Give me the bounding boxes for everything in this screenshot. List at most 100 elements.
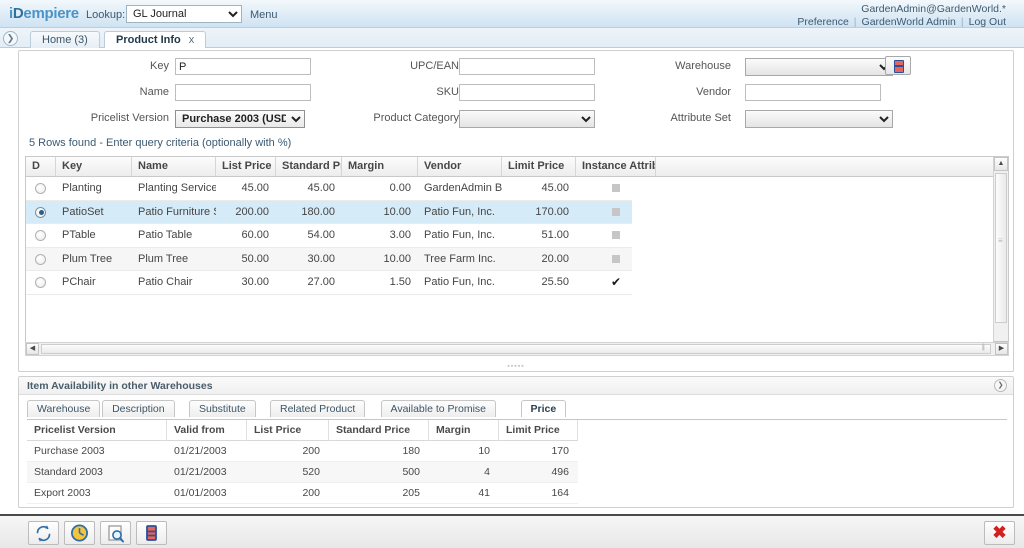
- sku-input[interactable]: [459, 84, 595, 101]
- table-row[interactable]: Plum TreePlum Tree50.0030.0010.00Tree Fa…: [26, 248, 632, 272]
- menu-link[interactable]: Menu: [250, 9, 278, 21]
- price-column-header-pricelist_version[interactable]: Pricelist Version: [27, 420, 167, 441]
- cell-valid_from: 01/01/2003: [167, 483, 247, 504]
- detail-tab-related-product[interactable]: Related Product: [270, 400, 365, 417]
- key-input[interactable]: [175, 58, 311, 75]
- grid-column-header-name[interactable]: Name: [132, 157, 216, 176]
- table-row[interactable]: PChairPatio Chair30.0027.001.50Patio Fun…: [26, 271, 632, 295]
- top-bar: iDempiere Lookup: GL Journal Menu Garden…: [0, 0, 1024, 28]
- item-availability-panel: Item Availability in other Warehouses ❯ …: [18, 376, 1014, 508]
- reset-history-icon[interactable]: [64, 521, 95, 545]
- table-row[interactable]: Standard 200301/21/20035205004496: [27, 462, 578, 483]
- detail-tab-substitute[interactable]: Substitute: [189, 400, 256, 417]
- grid-column-header-margin[interactable]: Margin: [342, 157, 418, 176]
- horizontal-scroll-thumb[interactable]: [41, 344, 991, 354]
- table-row[interactable]: Export 200301/01/200320020541164: [27, 483, 578, 504]
- detail-tab-label: Price: [531, 403, 557, 415]
- product-category-select[interactable]: [459, 110, 595, 128]
- detail-tab-available-to-promise[interactable]: Available to Promise: [381, 400, 497, 417]
- cell-standard_price: 180.00: [276, 201, 342, 225]
- cell-standard_price: 45.00: [276, 177, 342, 201]
- divider: |: [854, 16, 857, 28]
- price-table-header-row: Pricelist VersionValid fromList PriceSta…: [27, 420, 578, 441]
- chevron-down-icon[interactable]: ❯: [994, 379, 1007, 392]
- grid-vertical-scrollbar[interactable]: ▲ ▼: [993, 157, 1008, 355]
- cell-pricelist_version: Purchase 2003: [27, 441, 167, 462]
- vertical-scroll-thumb[interactable]: [995, 173, 1007, 323]
- cell-vendor: Patio Fun, Inc.: [418, 201, 502, 225]
- grid-column-header-limit_price[interactable]: Limit Price: [502, 157, 576, 176]
- name-input[interactable]: [175, 84, 311, 101]
- grid-header-row: D▲KeyNameList PriceStandard PricMargin Ve…: [26, 157, 1008, 177]
- detail-tab-warehouse[interactable]: Warehouse: [27, 400, 100, 417]
- grid-column-header-label: Vendor: [424, 160, 461, 172]
- grid-column-header-vendor[interactable]: Vendor: [418, 157, 502, 176]
- cell-instance-attribute[interactable]: [576, 248, 656, 272]
- user-links: Preference | GardenWorld Admin | Log Out: [797, 16, 1006, 28]
- detail-tab-description[interactable]: Description: [102, 400, 175, 417]
- tab-product-info[interactable]: Product Infox: [104, 31, 206, 48]
- price-column-header-margin[interactable]: Margin: [429, 420, 499, 441]
- checkmark-icon: ✔: [611, 275, 621, 289]
- table-row[interactable]: PatioSetPatio Furniture Set200.00180.001…: [26, 201, 632, 225]
- cell-instance-attribute[interactable]: [576, 224, 656, 248]
- table-row[interactable]: PlantingPlanting Service45.0045.000.00Ga…: [26, 177, 632, 201]
- scroll-right-icon[interactable]: ▶: [995, 343, 1008, 355]
- detail-tab-label: Available to Promise: [391, 403, 487, 415]
- warehouse-icon[interactable]: [136, 521, 167, 545]
- cell-name: Patio Furniture Set: [132, 201, 216, 225]
- table-row[interactable]: PTablePatio Table60.0054.003.00Patio Fun…: [26, 224, 632, 248]
- cell-instance-attribute[interactable]: [576, 177, 656, 201]
- grid-horizontal-scrollbar[interactable]: ◀ ▶: [25, 342, 1009, 356]
- grid-column-header-label: Limit Price: [508, 160, 564, 172]
- close-icon[interactable]: x: [189, 34, 195, 46]
- grid-column-header-list_price[interactable]: List Price: [216, 157, 276, 176]
- close-icon[interactable]: ✖: [984, 521, 1015, 545]
- price-column-header-standard_price[interactable]: Standard Price: [329, 420, 429, 441]
- row-select-radio[interactable]: [35, 207, 46, 218]
- cell-list_price: 30.00: [216, 271, 276, 295]
- cell-pricelist_version: Standard 2003: [27, 462, 167, 483]
- chevron-right-icon[interactable]: ❯: [3, 31, 18, 46]
- role-link[interactable]: GardenWorld Admin: [862, 16, 956, 28]
- divider: |: [961, 16, 964, 28]
- zoom-search-icon[interactable]: [100, 521, 131, 545]
- row-select-radio[interactable]: [35, 254, 46, 265]
- cell-instance-attribute[interactable]: [576, 201, 656, 225]
- tab-home[interactable]: Home (3): [30, 31, 100, 48]
- grid-column-header-standard_price[interactable]: Standard Pric: [276, 157, 342, 176]
- refresh-icon[interactable]: [28, 521, 59, 545]
- product-info-panel: Key Name Pricelist Version Purchase 2003…: [18, 50, 1014, 372]
- cell-instance-attribute[interactable]: ✔: [576, 271, 656, 295]
- price-column-header-valid_from[interactable]: Valid from: [167, 420, 247, 441]
- cell-product_key: PTable: [56, 224, 132, 248]
- grid-column-header-product_key[interactable]: Key: [56, 157, 132, 176]
- preference-link[interactable]: Preference: [797, 16, 848, 28]
- cell-margin: 4: [429, 462, 499, 483]
- attribute-set-select[interactable]: [745, 110, 893, 128]
- price-column-header-list_price[interactable]: List Price: [247, 420, 329, 441]
- warehouse-select[interactable]: [745, 58, 893, 76]
- price-column-header-limit_price[interactable]: Limit Price: [499, 420, 578, 441]
- warehouse-icon[interactable]: [885, 56, 911, 75]
- grid-column-header-instance_attribute[interactable]: Instance Attribute: [576, 157, 656, 176]
- vendor-input[interactable]: [745, 84, 881, 101]
- row-select-radio[interactable]: [35, 230, 46, 241]
- upc-ean-input[interactable]: [459, 58, 595, 75]
- detail-tab-label: Warehouse: [37, 403, 90, 415]
- lookup-select[interactable]: GL Journal: [126, 5, 242, 23]
- scroll-up-icon[interactable]: ▲: [994, 157, 1008, 171]
- sku-label: SKU: [339, 86, 459, 98]
- pricelist-version-select[interactable]: Purchase 2003 (USD): [175, 110, 305, 128]
- logout-link[interactable]: Log Out: [969, 16, 1006, 28]
- detail-tab-price[interactable]: Price: [521, 400, 567, 417]
- cell-vendor: Patio Fun, Inc.: [418, 271, 502, 295]
- scroll-left-icon[interactable]: ◀: [26, 343, 39, 355]
- panel-resize-grip[interactable]: ▪▪▪▪▪: [507, 363, 524, 370]
- row-select-radio[interactable]: [35, 277, 46, 288]
- cell-vendor: GardenAdmin BP: [418, 177, 502, 201]
- cell-margin: 1.50: [342, 271, 418, 295]
- table-row[interactable]: Purchase 200301/21/200320018010170: [27, 441, 578, 462]
- row-select-radio[interactable]: [35, 183, 46, 194]
- grid-column-header-select[interactable]: D▲: [26, 157, 56, 176]
